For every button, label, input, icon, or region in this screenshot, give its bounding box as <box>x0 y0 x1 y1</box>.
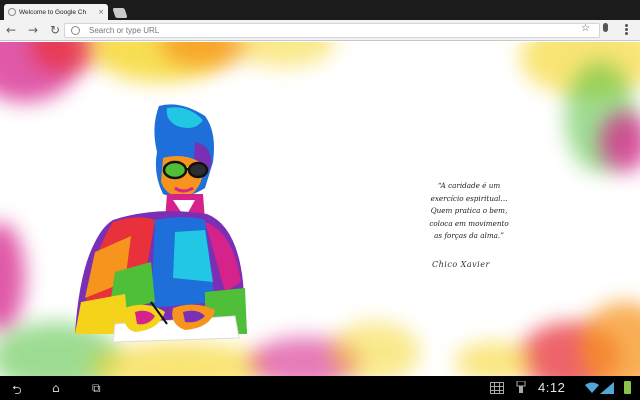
omnibox[interactable]: Search or type URL <box>64 23 600 38</box>
quote-line: “A caridade é um <box>437 181 501 190</box>
system-back-button[interactable]: ⮌ <box>12 381 22 400</box>
browser-toolbar: ← → ↻ Search or type URL <box>0 20 640 41</box>
new-tab-page: “A caridade é um exercício espiritual... Q… <box>0 42 640 376</box>
battery-icon <box>624 381 631 394</box>
quote-line: exercício espiritual... <box>430 193 508 203</box>
usb-icon <box>516 381 526 393</box>
apps-grid-icon[interactable] <box>490 382 504 394</box>
system-navigation-bar: ⮌ ⌂ ⧉ 4:12 <box>0 376 640 400</box>
tab-strip: Welcome to Google Ch × <box>0 0 640 20</box>
quote-line: as forças da alma.” <box>434 231 504 241</box>
system-recents-button[interactable]: ⧉ <box>92 381 101 396</box>
quote-line: Quem pratica o bem, <box>430 206 508 216</box>
tab-title: Welcome to Google Ch <box>19 8 87 16</box>
tab-close-icon[interactable]: × <box>98 8 104 16</box>
quote-line: coloca em movimento <box>429 218 509 228</box>
tablet-screen: Welcome to Google Ch × ← → ↻ Search or t… <box>0 0 640 400</box>
watercolor-splash <box>455 342 535 376</box>
back-arrow-icon: ← <box>5 23 17 37</box>
signal-icon <box>600 382 614 394</box>
pop-art-portrait <box>75 104 247 343</box>
quote-text: “A caridade é um exercício espiritual... Q… <box>414 180 524 243</box>
new-tab-button[interactable] <box>112 8 128 18</box>
back-button[interactable]: ← <box>0 20 22 40</box>
watercolor-splash <box>0 222 25 332</box>
forward-button[interactable]: → <box>22 20 44 40</box>
reload-button[interactable]: ↻ <box>44 20 66 40</box>
watercolor-splash <box>235 42 335 67</box>
menu-icon[interactable] <box>625 24 628 35</box>
microphone-icon[interactable] <box>603 23 608 32</box>
site-info-icon <box>71 26 80 35</box>
watercolor-splash <box>580 302 640 376</box>
forward-arrow-icon: → <box>27 23 39 37</box>
browser-tab[interactable]: Welcome to Google Ch × <box>4 4 108 20</box>
wifi-icon <box>585 382 599 393</box>
watercolor-splash <box>330 322 420 376</box>
omnibox-placeholder: Search or type URL <box>89 26 160 35</box>
system-home-button[interactable]: ⌂ <box>52 381 60 395</box>
clock: 4:12 <box>538 380 566 395</box>
bookmark-star-icon[interactable]: ☆ <box>581 23 590 34</box>
signature: Chico Xavier <box>432 260 490 269</box>
globe-icon <box>8 8 16 16</box>
reload-icon: ↻ <box>49 23 61 37</box>
